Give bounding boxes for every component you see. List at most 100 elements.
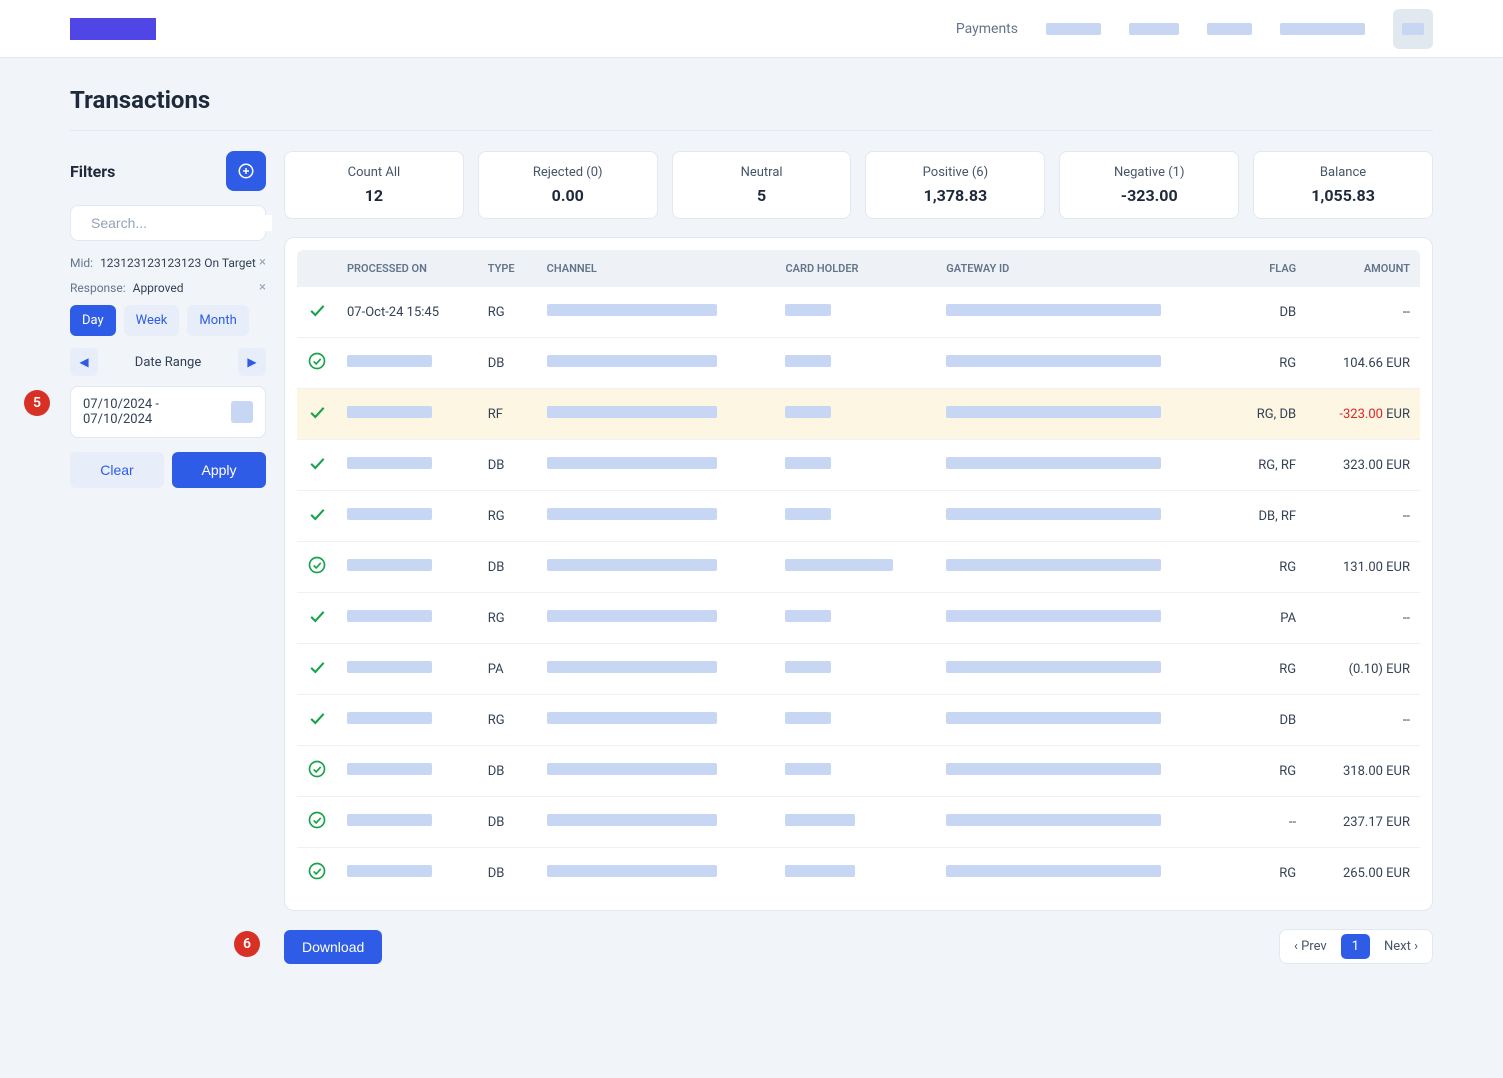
stat-card[interactable]: Neutral5 — [672, 151, 852, 219]
table-row[interactable]: DBRG318.00 EUR — [297, 746, 1420, 797]
placeholder — [547, 508, 717, 520]
cell-amount: -- — [1306, 695, 1420, 746]
th-processed[interactable]: Processed On — [337, 250, 478, 287]
table-row[interactable]: RFRG, DB-323.00 EUR — [297, 389, 1420, 440]
check-circle-icon — [307, 819, 327, 834]
placeholder — [785, 406, 831, 418]
cell-gateway — [936, 287, 1231, 338]
filters-title: Filters — [70, 162, 115, 181]
cell-channel — [537, 389, 776, 440]
period-week[interactable]: Week — [124, 305, 180, 336]
stat-card[interactable]: Count All12 — [284, 151, 464, 219]
placeholder — [785, 814, 855, 826]
placeholder — [547, 304, 717, 316]
th-type[interactable]: Type — [478, 250, 537, 287]
table-row[interactable]: DB--237.17 EUR — [297, 797, 1420, 848]
date-range-value: 07/10/2024 - 07/10/2024 — [83, 397, 231, 427]
placeholder — [547, 814, 717, 826]
date-range-nav: ◀ Date Range ▶ — [70, 348, 266, 376]
placeholder — [347, 355, 432, 367]
placeholder — [946, 712, 1161, 724]
period-day[interactable]: Day — [70, 305, 116, 336]
cell-flag: DB — [1232, 287, 1306, 338]
cell-channel — [537, 848, 776, 899]
placeholder — [946, 457, 1161, 469]
cell-flag: DB, RF — [1232, 491, 1306, 542]
placeholder — [347, 763, 432, 775]
cell-gateway — [936, 695, 1231, 746]
placeholder — [785, 763, 831, 775]
table-row[interactable]: PARG(0.10) EUR — [297, 644, 1420, 695]
placeholder — [547, 610, 717, 622]
cell-flag: PA — [1232, 593, 1306, 644]
check-circle-icon — [307, 360, 327, 375]
search-input-wrap[interactable] — [70, 205, 266, 241]
period-month[interactable]: Month — [187, 305, 248, 336]
nav-item-placeholder[interactable] — [1046, 23, 1101, 35]
stat-card[interactable]: Rejected (0)0.00 — [478, 151, 658, 219]
stat-card[interactable]: Positive (6)1,378.83 — [865, 151, 1045, 219]
th-gateway[interactable]: Gateway ID — [936, 250, 1231, 287]
placeholder — [946, 508, 1161, 520]
cell-flag: RG — [1232, 338, 1306, 389]
search-input[interactable] — [91, 215, 272, 231]
date-range-input[interactable]: 07/10/2024 - 07/10/2024 — [70, 386, 266, 438]
cell-processed — [337, 797, 478, 848]
table-row[interactable]: DBRG, RF323.00 EUR — [297, 440, 1420, 491]
table-row[interactable]: RGPA-- — [297, 593, 1420, 644]
download-button[interactable]: Download — [284, 930, 382, 964]
pager-next[interactable]: Next › — [1374, 934, 1428, 959]
placeholder — [347, 610, 432, 622]
stat-value: 1,378.83 — [866, 186, 1044, 205]
clear-button[interactable]: Clear — [70, 452, 164, 488]
remove-filter-mid[interactable]: × — [259, 255, 266, 270]
cell-processed: 07-Oct-24 15:45 — [337, 287, 478, 338]
table-row[interactable]: DBRG265.00 EUR — [297, 848, 1420, 899]
nav-payments[interactable]: Payments — [956, 21, 1018, 37]
th-cardholder[interactable]: Card Holder — [775, 250, 936, 287]
table-row[interactable]: DBRG104.66 EUR — [297, 338, 1420, 389]
cell-cardholder — [775, 593, 936, 644]
date-prev-button[interactable]: ◀ — [70, 348, 98, 376]
date-next-button[interactable]: ▶ — [238, 348, 266, 376]
calendar-icon[interactable] — [231, 401, 253, 423]
th-channel[interactable]: Channel — [537, 250, 776, 287]
stats-row: Count All12Rejected (0)0.00Neutral5Posit… — [284, 151, 1433, 219]
table-row[interactable]: RGDB-- — [297, 695, 1420, 746]
pagination: ‹ Prev 1 Next › — [1279, 929, 1433, 964]
pager-current[interactable]: 1 — [1341, 934, 1370, 959]
table-row[interactable]: DBRG131.00 EUR — [297, 542, 1420, 593]
placeholder — [946, 559, 1161, 571]
apply-button[interactable]: Apply — [172, 452, 266, 488]
stat-value: 1,055.83 — [1254, 186, 1432, 205]
th-flag[interactable]: Flag — [1232, 250, 1306, 287]
cell-type: DB — [478, 440, 537, 491]
nav-item-placeholder[interactable] — [1129, 23, 1179, 35]
period-selector: Day Week Month — [70, 305, 266, 336]
user-avatar[interactable] — [1393, 9, 1433, 49]
add-filter-button[interactable] — [226, 151, 266, 191]
cell-type: DB — [478, 338, 537, 389]
filter-mid-value: 123123123123123 On Target — [100, 256, 256, 270]
check-circle-icon — [307, 870, 327, 885]
th-amount[interactable]: Amount — [1306, 250, 1420, 287]
nav-item-placeholder[interactable] — [1280, 23, 1365, 35]
placeholder — [946, 814, 1161, 826]
cell-gateway — [936, 338, 1231, 389]
placeholder — [547, 355, 717, 367]
placeholder — [785, 610, 831, 622]
cell-amount: 323.00 EUR — [1306, 440, 1420, 491]
check-circle-icon — [307, 564, 327, 579]
placeholder — [785, 559, 893, 571]
cell-cardholder — [775, 797, 936, 848]
nav-item-placeholder[interactable] — [1207, 23, 1252, 35]
stat-card[interactable]: Negative (1)-323.00 — [1059, 151, 1239, 219]
check-icon — [307, 309, 327, 324]
table-row[interactable]: RGDB, RF-- — [297, 491, 1420, 542]
cell-flag: RG, DB — [1232, 389, 1306, 440]
remove-filter-response[interactable]: × — [259, 280, 266, 295]
table-row[interactable]: 07-Oct-24 15:45RGDB-- — [297, 287, 1420, 338]
placeholder — [946, 610, 1161, 622]
stat-card[interactable]: Balance1,055.83 — [1253, 151, 1433, 219]
pager-prev[interactable]: ‹ Prev — [1284, 934, 1337, 959]
